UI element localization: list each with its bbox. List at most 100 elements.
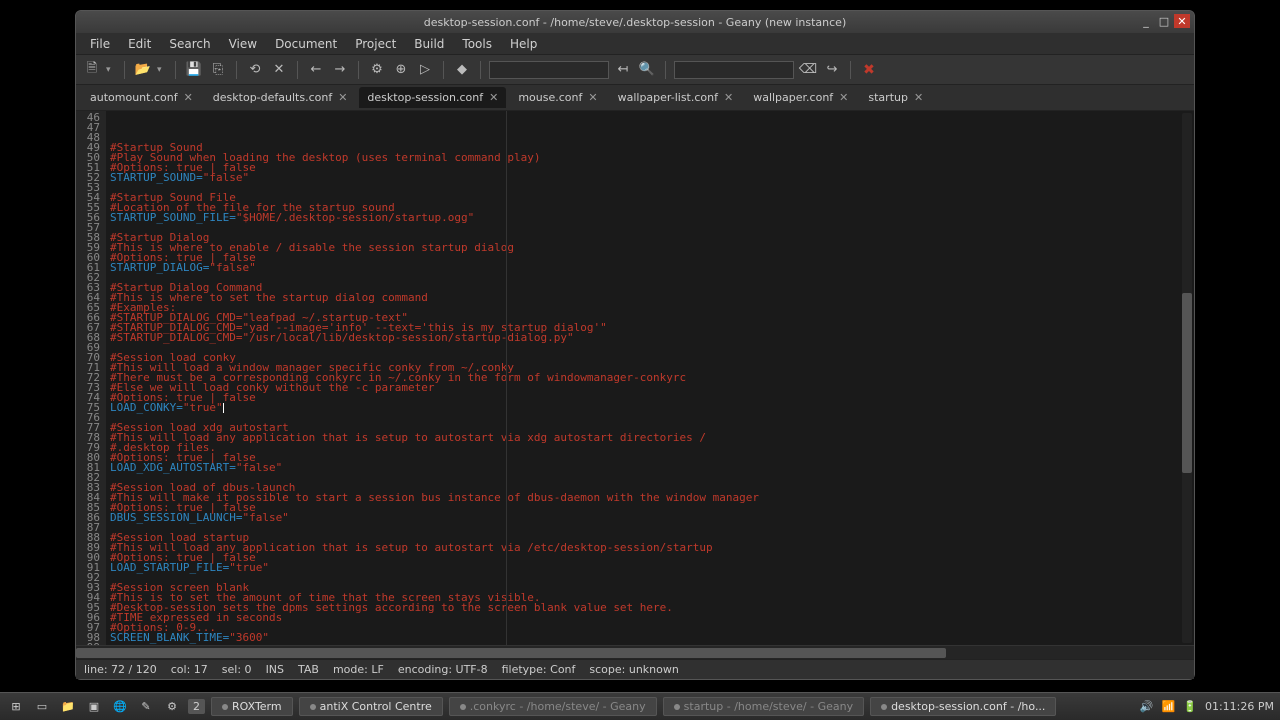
- document-tab[interactable]: wallpaper.conf✕: [745, 87, 856, 108]
- code-line[interactable]: #TIME expressed in seconds: [110, 613, 1190, 623]
- goto-line-input[interactable]: [489, 61, 609, 79]
- nav-forward-icon[interactable]: →: [330, 60, 350, 80]
- scrollbar-thumb[interactable]: [1182, 293, 1192, 473]
- document-tab[interactable]: automount.conf✕: [82, 87, 201, 108]
- taskbar-app-button[interactable]: desktop-session.conf - /ho...: [870, 697, 1056, 716]
- search-input[interactable]: [674, 61, 794, 79]
- code-line[interactable]: [110, 273, 1190, 283]
- search-forward-icon[interactable]: ↪: [822, 60, 842, 80]
- code-line[interactable]: #Options: true | false: [110, 553, 1190, 563]
- code-line[interactable]: LOAD_STARTUP_FILE="true": [110, 563, 1190, 573]
- editor-icon[interactable]: ✎: [136, 697, 156, 717]
- goto-line-icon[interactable]: 🔍: [637, 60, 657, 80]
- document-tab[interactable]: startup✕: [860, 87, 931, 108]
- close-file-icon[interactable]: ✕: [269, 60, 289, 80]
- document-tab[interactable]: desktop-defaults.conf✕: [205, 87, 356, 108]
- show-desktop-icon[interactable]: ▭: [32, 697, 52, 717]
- code-line[interactable]: LOAD_CONKY="true": [110, 403, 1190, 413]
- browser-icon[interactable]: 🌐: [110, 697, 130, 717]
- code-line[interactable]: #This is where to set the startup dialog…: [110, 293, 1190, 303]
- settings-icon[interactable]: ⚙: [162, 697, 182, 717]
- new-file-icon[interactable]: 🗎: [82, 60, 102, 80]
- tab-close-icon[interactable]: ✕: [338, 91, 347, 104]
- code-line[interactable]: #STARTUP_DIALOG_CMD="/usr/local/lib/desk…: [110, 333, 1190, 343]
- document-tab[interactable]: wallpaper-list.conf✕: [610, 87, 742, 108]
- code-line[interactable]: [110, 183, 1190, 193]
- menu-file[interactable]: File: [82, 35, 118, 53]
- save-all-icon[interactable]: ⎘: [208, 60, 228, 80]
- close-button[interactable]: ✕: [1174, 14, 1190, 28]
- menu-project[interactable]: Project: [347, 35, 404, 53]
- menu-help[interactable]: Help: [502, 35, 545, 53]
- document-tab[interactable]: mouse.conf✕: [510, 87, 605, 108]
- code-line[interactable]: SCREEN_BLANK_TIME="3600": [110, 633, 1190, 643]
- code-line[interactable]: #This will load any application that is …: [110, 543, 1190, 553]
- menu-document[interactable]: Document: [267, 35, 345, 53]
- code-line[interactable]: STARTUP_SOUND_FILE="$HOME/.desktop-sessi…: [110, 213, 1190, 223]
- code-line[interactable]: [110, 573, 1190, 583]
- network-icon[interactable]: 📶: [1162, 700, 1176, 713]
- code-line[interactable]: #This will make it possible to start a s…: [110, 493, 1190, 503]
- code-line[interactable]: DBUS_SESSION_LAUNCH="false": [110, 513, 1190, 523]
- compile-icon[interactable]: ⚙: [367, 60, 387, 80]
- tab-close-icon[interactable]: ✕: [489, 91, 498, 104]
- code-area[interactable]: #Startup Sound#Play Sound when loading t…: [106, 111, 1194, 645]
- document-tab[interactable]: desktop-session.conf✕: [359, 87, 506, 108]
- code-line[interactable]: LOAD_XDG_AUTOSTART="false": [110, 463, 1190, 473]
- code-line[interactable]: #This will load any application that is …: [110, 433, 1190, 443]
- tab-close-icon[interactable]: ✕: [839, 91, 848, 104]
- code-line[interactable]: #.desktop files.: [110, 443, 1190, 453]
- taskbar-app-button[interactable]: startup - /home/steve/ - Geany: [663, 697, 864, 716]
- menu-view[interactable]: View: [221, 35, 265, 53]
- menu-build[interactable]: Build: [406, 35, 452, 53]
- goto-back-icon[interactable]: ↤: [613, 60, 633, 80]
- code-line[interactable]: #Options: true | false: [110, 393, 1190, 403]
- code-line[interactable]: #Else we will load conky without the -c …: [110, 383, 1190, 393]
- horizontal-scrollbar[interactable]: [76, 645, 1194, 659]
- menu-edit[interactable]: Edit: [120, 35, 159, 53]
- reload-icon[interactable]: ⟲: [245, 60, 265, 80]
- code-line[interactable]: [110, 343, 1190, 353]
- new-file-dropdown-icon[interactable]: ▾: [106, 65, 116, 75]
- open-file-dropdown-icon[interactable]: ▾: [157, 65, 167, 75]
- tab-close-icon[interactable]: ✕: [184, 91, 193, 104]
- code-line[interactable]: #Options: true | false: [110, 163, 1190, 173]
- start-menu-icon[interactable]: ⊞: [6, 697, 26, 717]
- code-line[interactable]: STARTUP_SOUND="false": [110, 173, 1190, 183]
- scrollbar-thumb[interactable]: [76, 648, 946, 658]
- build-icon[interactable]: ⊕: [391, 60, 411, 80]
- minimize-button[interactable]: _: [1138, 14, 1154, 28]
- titlebar[interactable]: desktop-session.conf - /home/steve/.desk…: [76, 11, 1194, 33]
- menu-tools[interactable]: Tools: [454, 35, 500, 53]
- vertical-scrollbar[interactable]: [1182, 113, 1192, 643]
- battery-icon[interactable]: 🔋: [1183, 700, 1197, 713]
- tab-close-icon[interactable]: ✕: [724, 91, 733, 104]
- color-chooser-icon[interactable]: ◆: [452, 60, 472, 80]
- editor[interactable]: 4647484950515253545556575859606162636465…: [76, 111, 1194, 645]
- menu-search[interactable]: Search: [161, 35, 218, 53]
- maximize-button[interactable]: □: [1156, 14, 1172, 28]
- terminal-icon[interactable]: ▣: [84, 697, 104, 717]
- taskbar-app-button[interactable]: antiX Control Centre: [299, 697, 443, 716]
- code-line[interactable]: STARTUP_DIALOG="false": [110, 263, 1190, 273]
- volume-icon[interactable]: 🔊: [1140, 700, 1154, 713]
- nav-back-icon[interactable]: ←: [306, 60, 326, 80]
- code-line[interactable]: #Options: 0-9...: [110, 623, 1190, 633]
- tab-close-icon[interactable]: ✕: [588, 91, 597, 104]
- code-line[interactable]: [110, 223, 1190, 233]
- file-manager-icon[interactable]: 📁: [58, 697, 78, 717]
- taskbar-app-button[interactable]: ROXTerm: [211, 697, 293, 716]
- code-line[interactable]: #Play Sound when loading the desktop (us…: [110, 153, 1190, 163]
- search-back-icon[interactable]: ⌫: [798, 60, 818, 80]
- code-line[interactable]: #Options: true | false: [110, 253, 1190, 263]
- run-icon[interactable]: ▷: [415, 60, 435, 80]
- workspace-indicator[interactable]: 2: [188, 699, 205, 714]
- tab-close-icon[interactable]: ✕: [914, 91, 923, 104]
- clock[interactable]: 01:11:26 PM: [1205, 700, 1274, 713]
- save-icon[interactable]: 💾: [184, 60, 204, 80]
- code-line[interactable]: [110, 523, 1190, 533]
- code-line[interactable]: #This is where to enable / disable the s…: [110, 243, 1190, 253]
- taskbar-app-button[interactable]: .conkyrc - /home/steve/ - Geany: [449, 697, 657, 716]
- open-file-icon[interactable]: 📂: [133, 60, 153, 80]
- quit-icon[interactable]: ✖: [859, 60, 879, 80]
